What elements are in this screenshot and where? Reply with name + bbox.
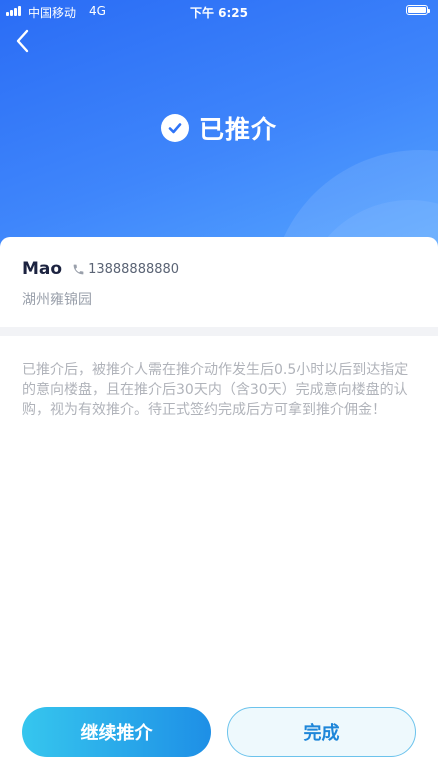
project-name: 湖州雍锦园: [22, 292, 92, 308]
status-bar: 中国移动 4G 下午 6:25: [0, 0, 438, 22]
client-card: Mao 13888888880 湖州雍锦园: [0, 237, 438, 327]
check-icon: [160, 114, 189, 142]
status-time: 下午 6:25: [189, 6, 249, 20]
phone-icon: [72, 263, 85, 276]
client-phone: 13888888880: [88, 261, 180, 277]
result-title: 已推介: [0, 110, 438, 146]
notice-text: 已推介后，被推介人需在推介动作发生后0.5小时以后到达指定的意向楼盘，且在推介后…: [22, 362, 409, 418]
chevron-left-icon: [16, 29, 29, 53]
continue-referral-button[interactable]: 继续推介: [22, 707, 211, 757]
back-button[interactable]: [10, 28, 34, 54]
section-divider: [0, 327, 438, 336]
done-button[interactable]: 完成: [227, 707, 416, 757]
client-name: Mao: [22, 259, 63, 279]
client-name-row: Mao 13888888880: [22, 259, 179, 279]
page-title: 已推介: [198, 115, 277, 144]
battery-icon: [406, 5, 430, 15]
